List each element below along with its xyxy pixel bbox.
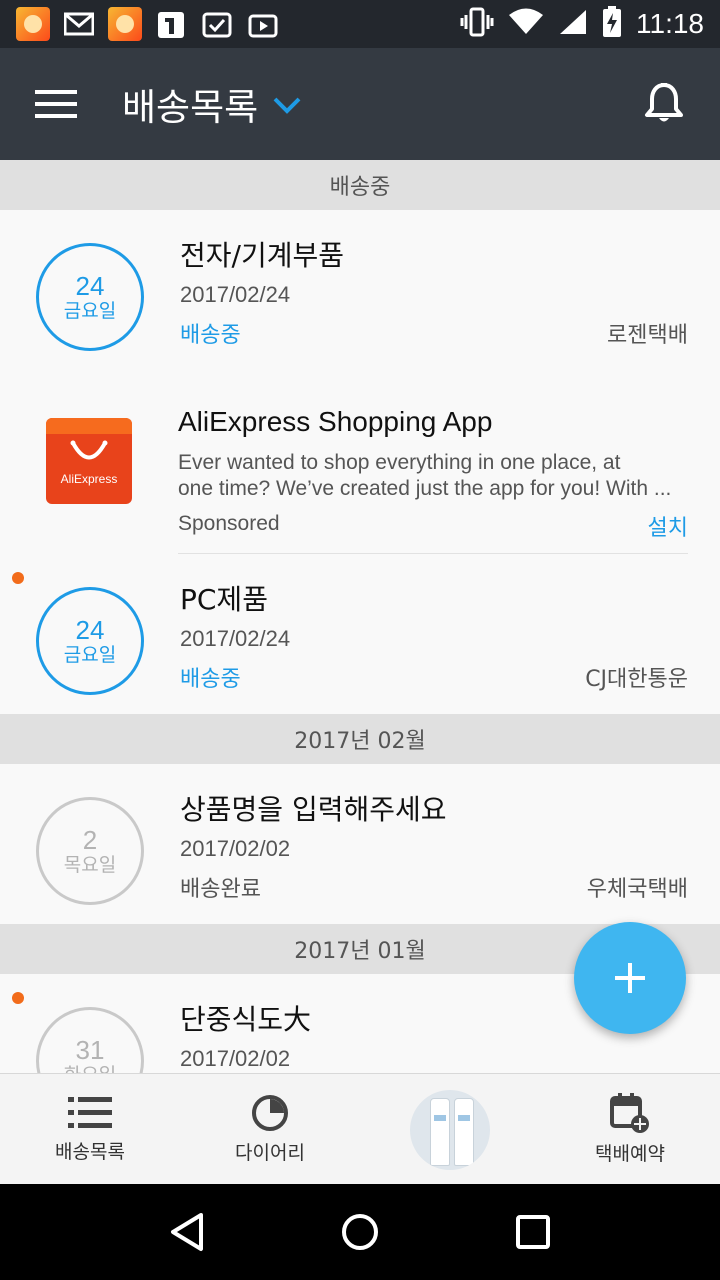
recents-square-icon <box>516 1215 551 1249</box>
bell-icon <box>645 83 683 122</box>
clipboard-check-icon <box>200 7 234 41</box>
delivery-item[interactable]: 2 목요일 상품명을 입력해주세요 2017/02/02 배송완료 우체국택배 <box>0 764 720 924</box>
sponsored-label: Sponsored <box>178 512 280 535</box>
back-triangle-icon <box>170 1213 203 1251</box>
video-folder-icon <box>246 7 280 41</box>
nav-label: 배송목록 <box>55 1141 125 1163</box>
item-courier: CJ대한통운 <box>585 667 688 692</box>
plus-icon <box>615 963 645 993</box>
item-courier: 로젠택배 <box>607 323 688 348</box>
item-status: 배송중 <box>180 667 241 692</box>
nav-delivery-list[interactable]: 배송목록 <box>0 1074 180 1185</box>
date-circle: 31 화요일 <box>36 1007 144 1073</box>
item-title: 상품명을 입력해주세요 <box>180 793 447 826</box>
item-date: 2017/02/24 <box>180 282 291 307</box>
pie-chart-icon <box>252 1095 288 1131</box>
nav-parcel-reservation[interactable]: 택배예약 <box>540 1074 720 1185</box>
ad-title: AliExpress Shopping App <box>178 406 493 437</box>
battery-charging-icon <box>602 6 622 42</box>
status-bar: 11:18 <box>0 0 720 48</box>
item-status: 배송중 <box>180 323 241 348</box>
install-button[interactable]: 설치 <box>648 510 688 542</box>
item-title: PC제품 <box>180 583 268 616</box>
ad-description: Ever wanted to shop everything in one pl… <box>178 451 672 500</box>
item-courier: 우체국택배 <box>586 877 688 902</box>
list-icon <box>68 1097 112 1128</box>
item-status: 배송완료 <box>180 877 261 902</box>
cell-signal-icon <box>558 8 588 40</box>
notifications-button[interactable] <box>608 48 720 160</box>
ad-product-image <box>410 1089 490 1170</box>
menu-button[interactable] <box>0 48 112 160</box>
sponsored-ad[interactable]: AliExpress AliExpress Shopping App Ever … <box>0 370 720 554</box>
item-date: 2017/02/24 <box>180 626 291 651</box>
nav-ad-product[interactable] <box>360 1074 540 1185</box>
gmail-icon <box>62 7 96 41</box>
aliexpress-logo: AliExpress <box>46 418 132 504</box>
nav-label: 다이어리 <box>235 1142 305 1164</box>
add-delivery-button[interactable] <box>574 922 686 1034</box>
item-date: 2017/02/02 <box>180 1046 291 1071</box>
date-circle: 24 금요일 <box>36 587 144 695</box>
page-title: 배송목록 <box>122 86 259 129</box>
delivery-item[interactable]: 24 금요일 전자/기계부품 2017/02/24 배송중 로젠택배 <box>0 210 720 370</box>
game-app-notification-icon <box>108 7 142 41</box>
nav-label: 택배예약 <box>595 1143 665 1165</box>
date-circle: 24 금요일 <box>36 243 144 351</box>
hamburger-menu-icon <box>35 90 77 118</box>
unread-dot <box>12 992 24 1004</box>
app-bar: 배송목록 <box>0 48 720 160</box>
delivery-item[interactable]: 24 금요일 PC제품 2017/02/24 배송중 CJ대한통운 <box>0 554 720 714</box>
clock-time: 11:18 <box>636 8 704 39</box>
home-button[interactable] <box>330 1202 390 1262</box>
game-app-notification-icon <box>16 7 50 41</box>
system-navigation-bar <box>0 1184 720 1280</box>
recents-button[interactable] <box>503 1202 563 1262</box>
unread-dot <box>12 572 24 584</box>
item-title: 단중식도大 <box>180 1003 312 1036</box>
date-circle: 2 목요일 <box>36 797 144 905</box>
chevron-down-icon[interactable] <box>272 95 302 119</box>
section-header: 2017년 02월 <box>0 714 720 764</box>
wifi-icon <box>508 8 544 40</box>
page-title-dropdown[interactable]: 배송목록 <box>122 77 258 131</box>
vibrate-icon <box>460 7 494 41</box>
item-title: 전자/기계부품 <box>180 239 344 272</box>
calendar-one-icon <box>154 7 188 41</box>
home-circle-icon <box>341 1214 378 1250</box>
nav-diary[interactable]: 다이어리 <box>180 1074 360 1185</box>
calendar-add-icon <box>610 1093 649 1133</box>
back-button[interactable] <box>157 1202 217 1262</box>
section-header: 배송중 <box>0 160 720 210</box>
bottom-navigation: 배송목록 다이어리 택배예약 <box>0 1073 720 1184</box>
item-date: 2017/02/02 <box>180 836 291 861</box>
